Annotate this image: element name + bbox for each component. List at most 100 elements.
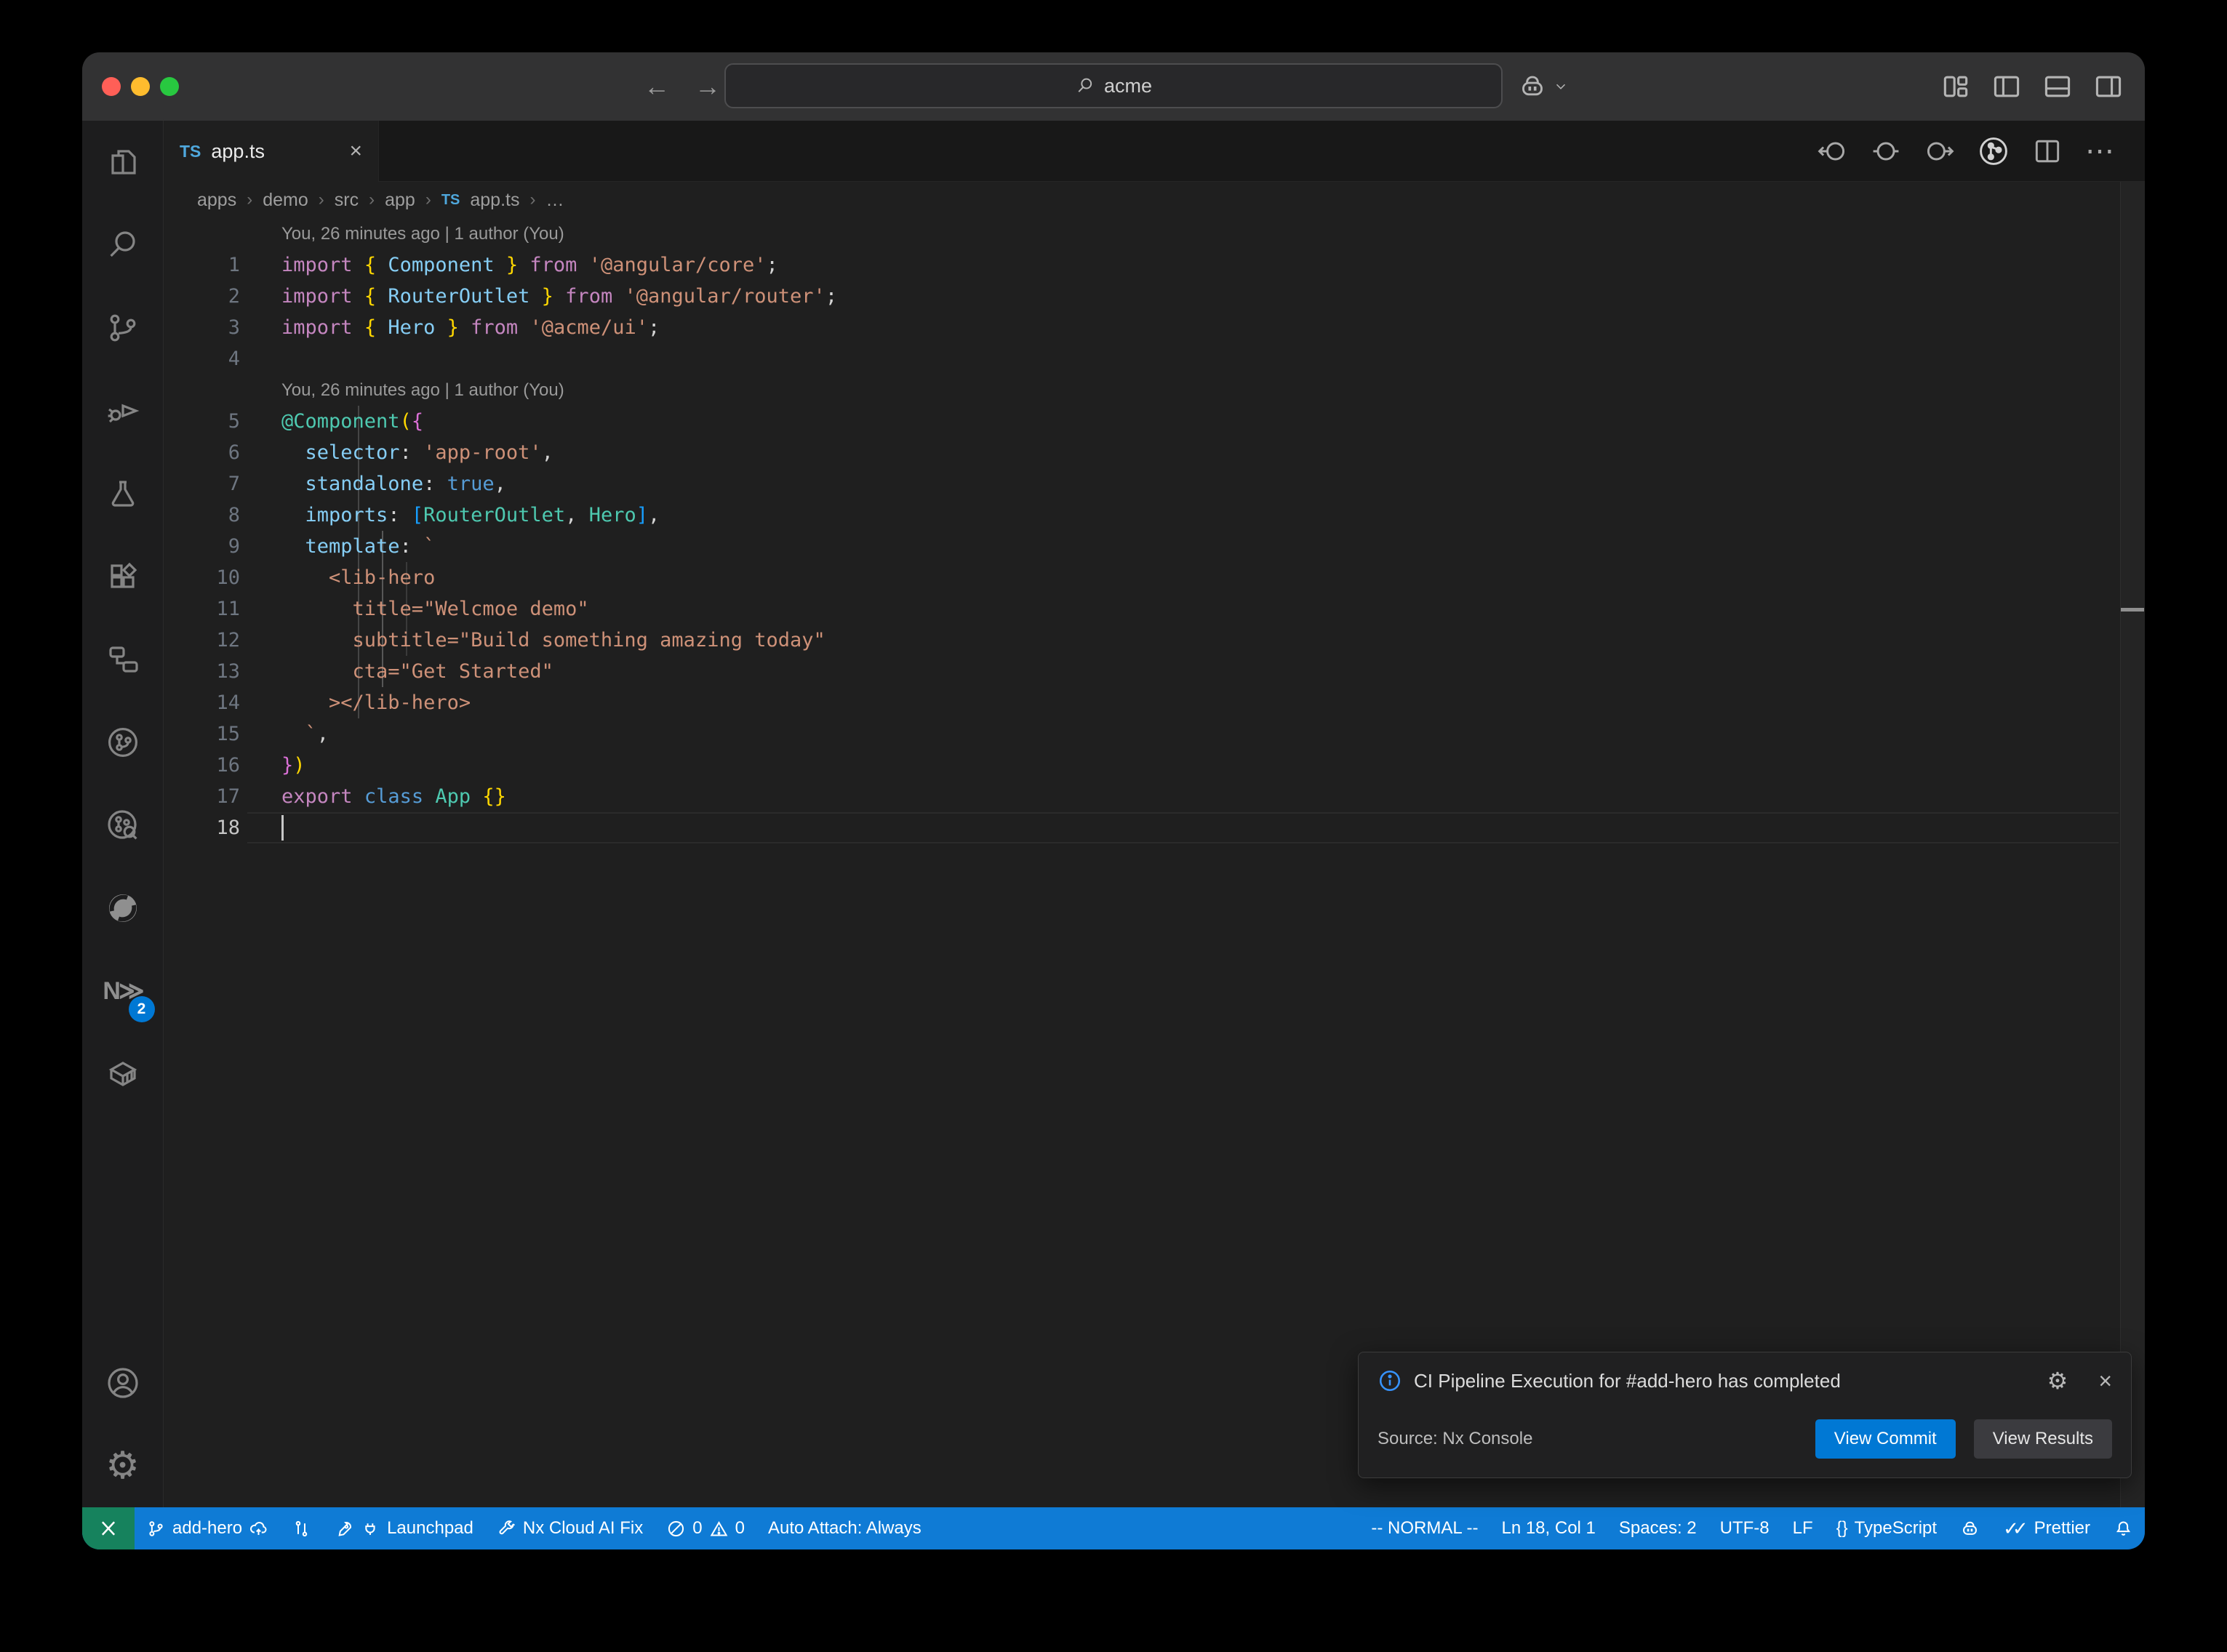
toggle-primary-sidebar-icon[interactable] xyxy=(1991,71,2023,103)
status-auto-attach[interactable]: Auto Attach: Always xyxy=(756,1507,933,1549)
notification-close-icon[interactable]: × xyxy=(2098,1368,2112,1395)
code-line[interactable]: 12 subtitle="Build something amazing tod… xyxy=(164,625,2145,656)
traffic-minimize-button[interactable] xyxy=(131,77,150,96)
open-changes-icon[interactable] xyxy=(1870,135,1902,167)
cloud-upload-icon xyxy=(249,1519,268,1539)
breadcrumb-item[interactable]: app.ts xyxy=(470,190,519,211)
project-graph-icon[interactable] xyxy=(1978,135,2010,167)
activity-bar: N≫ 2 ⚙ xyxy=(82,121,164,1507)
code-text: template: ` xyxy=(240,531,435,562)
sidebar-item-testing[interactable] xyxy=(82,452,164,535)
sidebar-item-extensions[interactable] xyxy=(82,535,164,618)
status-notifications[interactable] xyxy=(2102,1507,2145,1549)
status-language[interactable]: {} TypeScript xyxy=(1825,1507,1948,1549)
tab-app-ts[interactable]: TS app.ts × xyxy=(164,121,379,182)
code-line[interactable]: 7 standalone: true, xyxy=(164,468,2145,500)
status-cursor-position[interactable]: Ln 18, Col 1 xyxy=(1490,1507,1607,1549)
traffic-zoom-button[interactable] xyxy=(160,77,179,96)
sidebar-item-nx-console[interactable]: N≫ 2 xyxy=(82,950,164,1032)
sidebar-item-project-graph[interactable] xyxy=(82,701,164,784)
code-line[interactable]: 14 ></lib-hero> xyxy=(164,687,2145,718)
sidebar-item-source-control[interactable] xyxy=(82,286,164,369)
code-line[interactable]: 18 xyxy=(164,812,2145,843)
status-eol[interactable]: LF xyxy=(1781,1507,1825,1549)
status-branch[interactable]: add-hero xyxy=(135,1507,280,1549)
code-line[interactable]: 17export class App {} xyxy=(164,781,2145,812)
code-line[interactable]: 10 <lib-hero xyxy=(164,562,2145,593)
code-line[interactable]: 3import { Hero } from '@acme/ui'; xyxy=(164,312,2145,343)
status-vim-mode[interactable]: -- NORMAL -- xyxy=(1359,1507,1490,1549)
status-copilot[interactable] xyxy=(1948,1507,1991,1549)
current-line-highlight xyxy=(247,812,2119,843)
more-actions-icon[interactable]: ⋯ xyxy=(2085,135,2116,168)
cursor-position-label: Ln 18, Col 1 xyxy=(1501,1518,1595,1539)
code-line[interactable]: 11 title="Welcmoe demo" xyxy=(164,593,2145,625)
chevron-down-icon xyxy=(1553,79,1569,95)
view-commit-button[interactable]: View Commit xyxy=(1815,1419,1956,1459)
line-number: 1 xyxy=(164,249,240,281)
sidebar-item-hierarchy[interactable] xyxy=(82,618,164,701)
info-icon xyxy=(1378,1368,1402,1393)
scrollbar-track[interactable] xyxy=(2120,182,2145,1507)
search-value: acme xyxy=(1104,75,1152,97)
line-number: 10 xyxy=(164,562,240,593)
code-line[interactable]: 16}) xyxy=(164,750,2145,781)
sidebar-item-container[interactable] xyxy=(82,1032,164,1115)
status-problems[interactable]: 0 0 xyxy=(655,1507,756,1549)
breadcrumb-item[interactable]: demo xyxy=(263,190,308,211)
status-nx-cloud-fix[interactable]: Nx Cloud AI Fix xyxy=(485,1507,655,1549)
status-encoding[interactable]: UTF-8 xyxy=(1708,1507,1781,1549)
code-line[interactable]: 1import { Component } from '@angular/cor… xyxy=(164,249,2145,281)
git-blame-annotation[interactable]: You, 26 minutes ago | 1 author (You) xyxy=(164,374,2145,406)
notification-settings-icon[interactable]: ⚙ xyxy=(2047,1367,2068,1395)
split-editor-icon[interactable] xyxy=(2031,135,2063,167)
account-button[interactable] xyxy=(82,1342,164,1424)
toggle-panel-icon[interactable] xyxy=(2042,71,2074,103)
code-line[interactable]: 6 selector: 'app-root', xyxy=(164,437,2145,468)
sidebar-item-explorer[interactable] xyxy=(82,121,164,204)
customize-layout-icon[interactable] xyxy=(1940,71,1972,103)
breadcrumb-item[interactable]: … xyxy=(545,190,564,211)
code-line[interactable]: 9 template: ` xyxy=(164,531,2145,562)
settings-button[interactable]: ⚙ xyxy=(82,1424,164,1507)
sidebar-item-swirl-extension[interactable] xyxy=(82,867,164,950)
sidebar-item-graph-inspect[interactable] xyxy=(82,784,164,867)
error-icon xyxy=(666,1519,686,1539)
previous-change-icon[interactable] xyxy=(1816,135,1848,167)
breadcrumb-separator: › xyxy=(247,190,252,210)
code-line[interactable]: 13 cta="Get Started" xyxy=(164,656,2145,687)
breadcrumb-item[interactable]: app xyxy=(385,190,415,211)
remote-indicator[interactable] xyxy=(82,1507,135,1549)
status-prettier[interactable]: ✓✓ Prettier xyxy=(1991,1507,2102,1549)
command-center-search[interactable]: acme xyxy=(724,63,1503,108)
files-icon xyxy=(105,145,140,180)
toggle-secondary-sidebar-icon[interactable] xyxy=(2092,71,2124,103)
breadcrumb-item[interactable]: apps xyxy=(197,190,236,211)
code-line[interactable]: 8 imports: [RouterOutlet, Hero], xyxy=(164,500,2145,531)
code-line[interactable]: 5@Component({ xyxy=(164,406,2145,437)
gear-icon: ⚙ xyxy=(105,1447,140,1485)
sidebar-item-search[interactable] xyxy=(82,204,164,286)
tab-close-icon[interactable]: × xyxy=(349,139,362,164)
notification-title: CI Pipeline Execution for #add-hero has … xyxy=(1414,1370,2036,1392)
view-results-button[interactable]: View Results xyxy=(1974,1419,2112,1459)
code-line[interactable]: 4 xyxy=(164,343,2145,374)
next-change-icon[interactable] xyxy=(1924,135,1956,167)
status-indentation[interactable]: Spaces: 2 xyxy=(1607,1507,1708,1549)
sidebar-item-run-debug[interactable] xyxy=(82,369,164,452)
navigate-forward-button[interactable]: → xyxy=(695,68,721,105)
language-label: TypeScript xyxy=(1855,1518,1937,1539)
code-editor[interactable]: You, 26 minutes ago | 1 author (You)1imp… xyxy=(164,218,2145,1507)
git-blame-annotation[interactable]: You, 26 minutes ago | 1 author (You) xyxy=(164,218,2145,249)
vscode-window: ← → acme xyxy=(82,52,2145,1549)
code-line[interactable]: 15 `, xyxy=(164,718,2145,750)
code-line[interactable]: 2import { RouterOutlet } from '@angular/… xyxy=(164,281,2145,312)
status-compare[interactable] xyxy=(280,1507,323,1549)
traffic-close-button[interactable] xyxy=(102,77,121,96)
breadcrumb-item[interactable]: src xyxy=(335,190,359,211)
status-launchpad[interactable]: Launchpad xyxy=(323,1507,485,1549)
copilot-menu[interactable] xyxy=(1518,52,1569,121)
braces-icon: {} xyxy=(1836,1518,1848,1539)
navigate-back-button[interactable]: ← xyxy=(644,68,670,105)
warning-count: 0 xyxy=(735,1518,745,1539)
